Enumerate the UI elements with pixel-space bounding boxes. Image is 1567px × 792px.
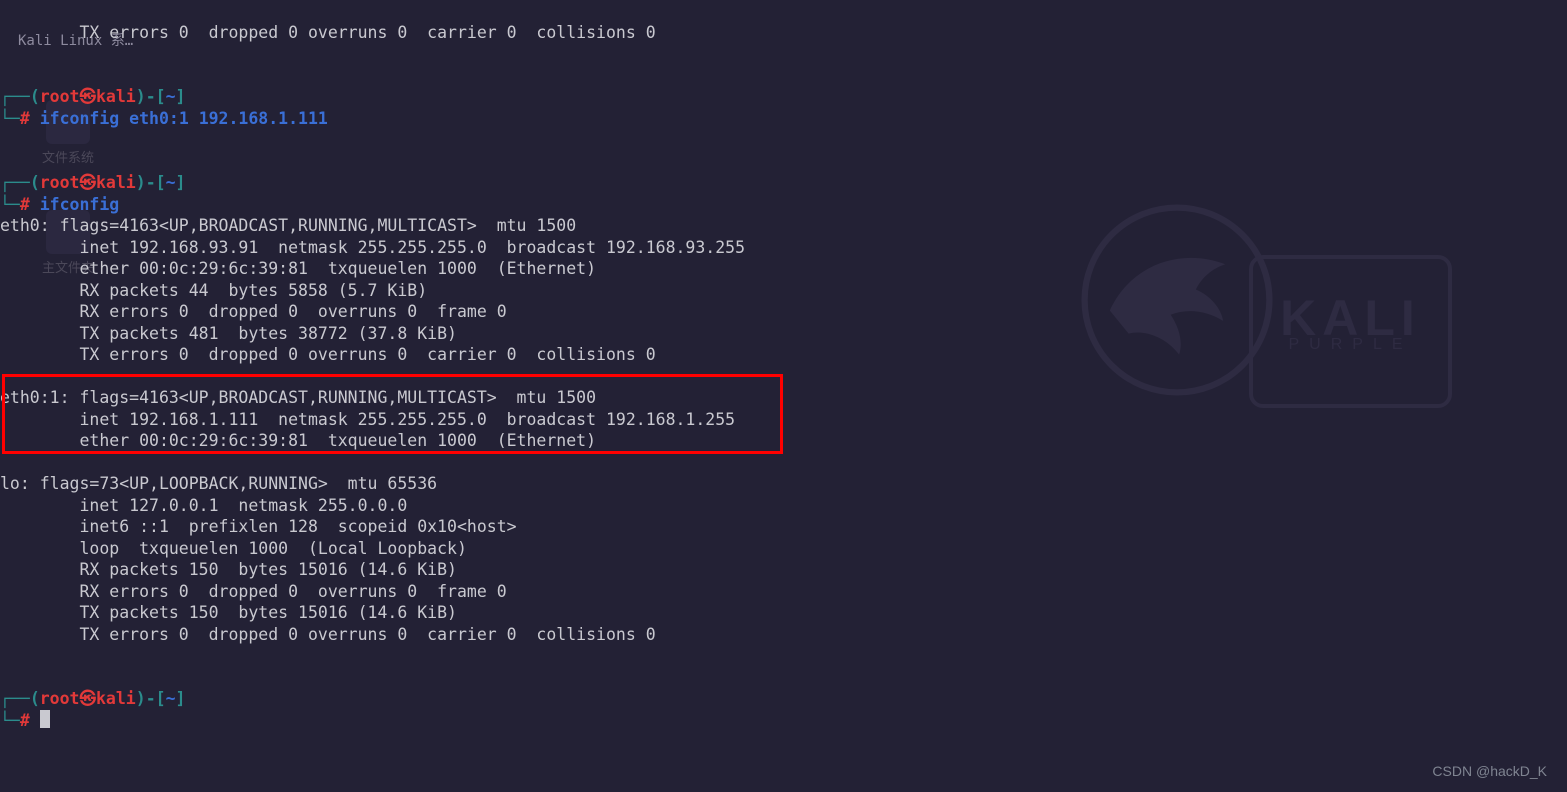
prompt-host: kali xyxy=(96,689,136,708)
command: ifconfig eth0:1 192.168.1.111 xyxy=(40,109,328,128)
output-line: RX errors 0 dropped 0 overruns 0 frame 0 xyxy=(0,582,507,601)
prompt-corner-bottom: └─ xyxy=(0,195,20,214)
prompt-user: root xyxy=(40,689,80,708)
command: ifconfig xyxy=(40,195,119,214)
csdn-watermark: CSDN @hackD_K xyxy=(1432,761,1547,783)
prompt-paren: ( xyxy=(30,173,40,192)
output-line: TX packets 150 bytes 15016 (14.6 KiB) xyxy=(0,603,457,622)
prompt-paren: ) xyxy=(136,173,146,192)
prompt-corner-bottom: └─ xyxy=(0,109,20,128)
prompt-paren: ) xyxy=(136,87,146,106)
prompt-cwd: ~ xyxy=(166,689,176,708)
prompt-paren: ( xyxy=(30,87,40,106)
output-line: RX packets 150 bytes 15016 (14.6 KiB) xyxy=(0,560,457,579)
output-line: loop txqueuelen 1000 (Local Loopback) xyxy=(0,539,467,558)
output-line: inet 192.168.93.91 netmask 255.255.255.0… xyxy=(0,238,745,257)
prompt-hash: # xyxy=(20,109,30,128)
cursor xyxy=(40,710,50,728)
output-line: RX packets 44 bytes 5858 (5.7 KiB) xyxy=(0,281,427,300)
output-line: lo: flags=73<UP,LOOPBACK,RUNNING> mtu 65… xyxy=(0,474,437,493)
prompt-dash: -[ xyxy=(146,689,166,708)
output-line: TX errors 0 dropped 0 overruns 0 carrier… xyxy=(0,625,656,644)
prompt-paren: ) xyxy=(136,689,146,708)
prompt-dash: ] xyxy=(176,173,186,192)
prompt-hash: # xyxy=(20,711,30,730)
prompt-dash: ] xyxy=(176,689,186,708)
prompt-corner-top: ┌── xyxy=(0,689,30,708)
prompt-corner-top: ┌── xyxy=(0,173,30,192)
prompt-dash: -[ xyxy=(146,173,166,192)
prompt-user: root xyxy=(40,87,80,106)
output-line: RX errors 0 dropped 0 overruns 0 frame 0 xyxy=(0,302,507,321)
highlight-box xyxy=(2,374,783,454)
prompt-corner-bottom: └─ xyxy=(0,711,20,730)
prompt-paren: ( xyxy=(30,689,40,708)
prompt-dash: ] xyxy=(176,87,186,106)
output-line: TX errors 0 dropped 0 overruns 0 carrier… xyxy=(0,23,656,42)
output-line: inet 127.0.0.1 netmask 255.0.0.0 xyxy=(0,496,407,515)
prompt-sep: ㉿ xyxy=(80,689,97,708)
prompt-cwd: ~ xyxy=(166,87,176,106)
prompt-dash: -[ xyxy=(146,87,166,106)
prompt-sep: ㉿ xyxy=(80,173,97,192)
output-line: eth0: flags=4163<UP,BROADCAST,RUNNING,MU… xyxy=(0,216,576,235)
prompt-hash: # xyxy=(20,195,30,214)
output-line: ether 00:0c:29:6c:39:81 txqueuelen 1000 … xyxy=(0,259,596,278)
output-line: inet6 ::1 prefixlen 128 scopeid 0x10<hos… xyxy=(0,517,517,536)
output-line: TX errors 0 dropped 0 overruns 0 carrier… xyxy=(0,345,656,364)
prompt-host: kali xyxy=(96,87,136,106)
prompt-user: root xyxy=(40,173,80,192)
prompt-host: kali xyxy=(96,173,136,192)
prompt-cwd: ~ xyxy=(166,173,176,192)
prompt-corner-top: ┌── xyxy=(0,87,30,106)
prompt-sep: ㉿ xyxy=(80,87,97,106)
output-line: TX packets 481 bytes 38772 (37.8 KiB) xyxy=(0,324,457,343)
